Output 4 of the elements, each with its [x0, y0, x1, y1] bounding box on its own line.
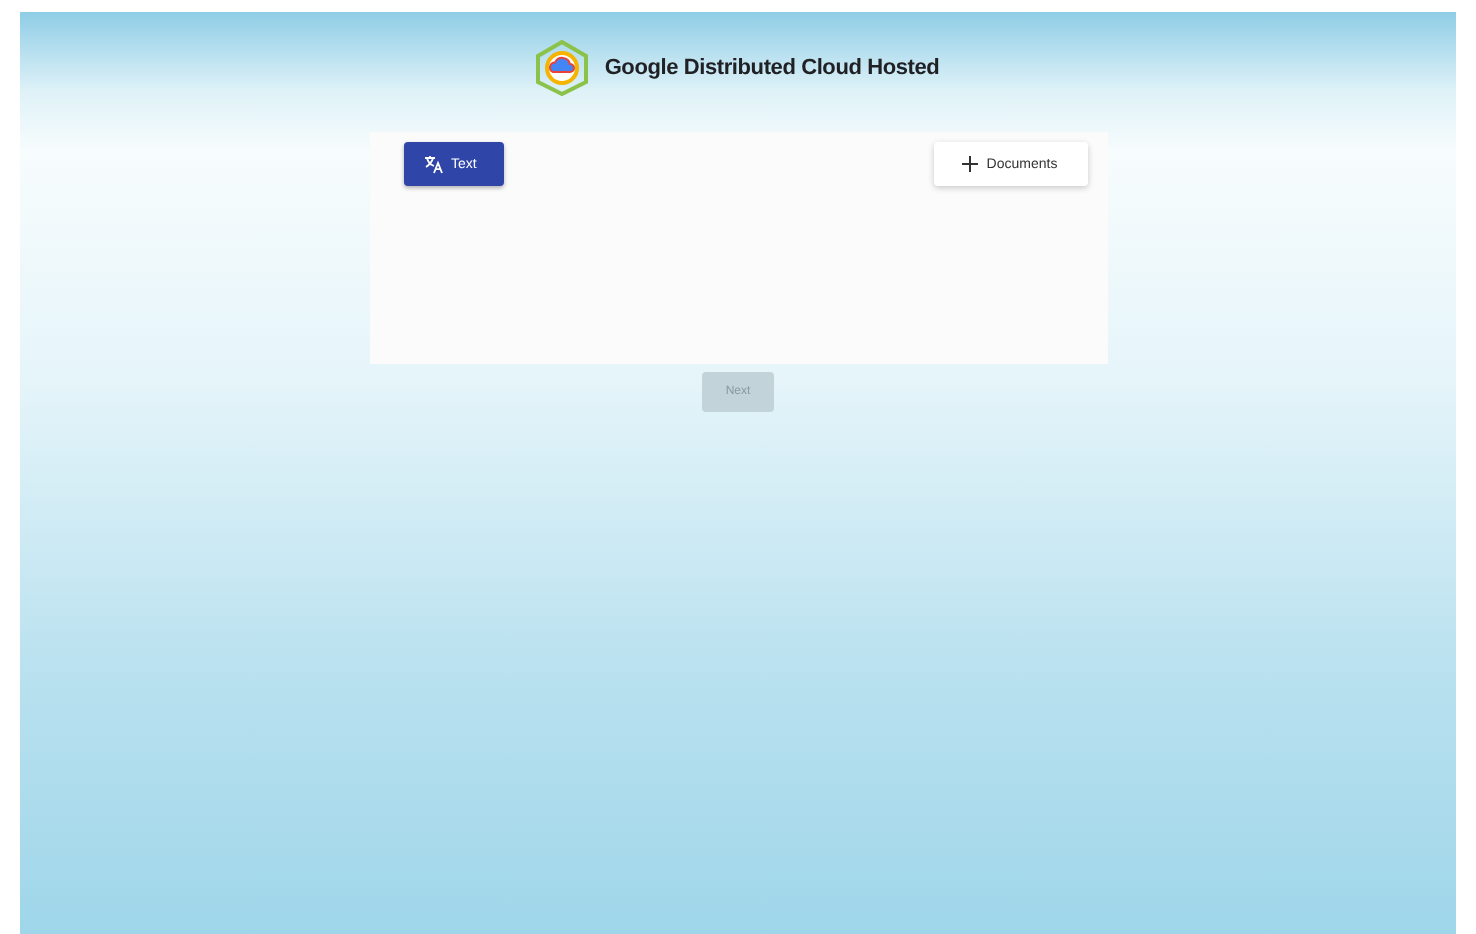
app-title: Google Distributed Cloud Hosted [604, 56, 940, 80]
plus-icon [962, 156, 979, 172]
translate-icon [423, 154, 443, 174]
cloud-logo-icon [536, 40, 589, 96]
